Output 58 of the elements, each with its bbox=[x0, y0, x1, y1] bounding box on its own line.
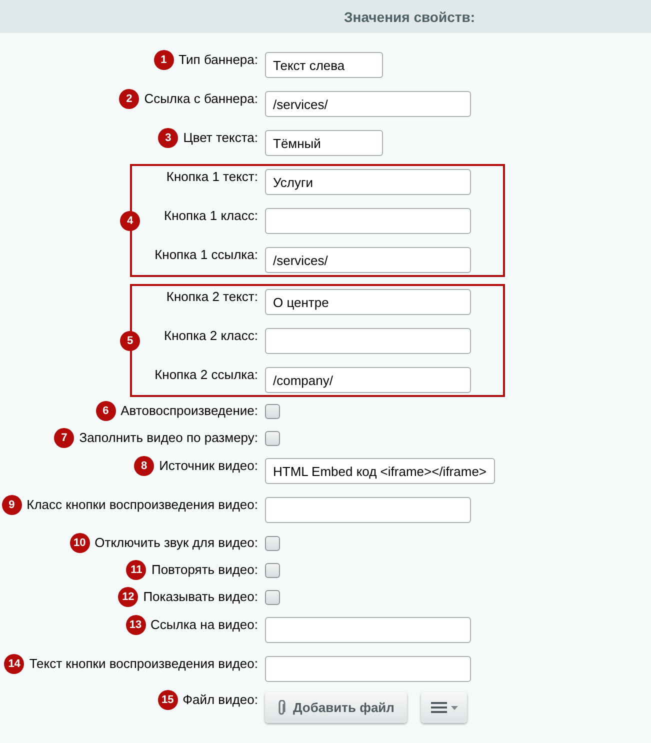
field-label: Повторять видео: bbox=[151, 562, 258, 578]
checkbox[interactable] bbox=[265, 590, 280, 604]
field-label: Кнопка 2 класс: bbox=[164, 328, 258, 344]
field-label: Тип баннера: bbox=[178, 52, 258, 68]
text-field[interactable]: Услуги bbox=[265, 169, 471, 195]
field-label: Кнопка 1 текст: bbox=[166, 169, 258, 185]
text-field[interactable] bbox=[265, 497, 471, 523]
number-badge: 5 bbox=[120, 330, 140, 350]
field-label: Кнопка 2 текст: bbox=[166, 289, 258, 305]
field-label: Текст кнопки воспроизведения видео: bbox=[29, 656, 258, 672]
field-label: Кнопка 1 класс: bbox=[164, 208, 258, 224]
field-label: Кнопка 1 ссылка: bbox=[154, 247, 258, 263]
number-badge: 11 bbox=[126, 560, 146, 580]
text-field[interactable]: Текст слева bbox=[265, 52, 383, 78]
text-field[interactable] bbox=[265, 617, 471, 643]
checkbox[interactable] bbox=[265, 536, 280, 550]
field-label: Файл видео: bbox=[182, 692, 258, 708]
menu-icon bbox=[431, 702, 448, 713]
number-badge: 2 bbox=[119, 89, 140, 109]
number-badge: 12 bbox=[118, 587, 138, 607]
field-label: Заполнить видео по размеру: bbox=[79, 430, 258, 446]
menu-button[interactable] bbox=[421, 692, 468, 723]
field-label: Кнопка 2 ссылка: bbox=[154, 367, 258, 383]
text-field[interactable] bbox=[265, 328, 471, 354]
caret-icon bbox=[451, 706, 458, 710]
text-field[interactable]: О центре bbox=[265, 289, 471, 315]
field-label: Ссылка на видео: bbox=[150, 617, 258, 633]
field-label: Показывать видео: bbox=[143, 589, 258, 605]
field-label: Цвет текста: bbox=[183, 130, 258, 146]
number-badge: 9 bbox=[2, 495, 22, 515]
field-label: Отключить звук для видео: bbox=[94, 535, 258, 551]
text-field[interactable]: HTML Embed код <iframe></iframe> bbox=[265, 458, 495, 484]
number-badge: 6 bbox=[96, 401, 116, 421]
section-title: Значения свойств: bbox=[344, 8, 475, 24]
number-badge: 15 bbox=[158, 690, 178, 710]
text-field[interactable] bbox=[265, 208, 471, 234]
paperclip-icon bbox=[277, 700, 286, 716]
number-badge: 1 bbox=[154, 50, 174, 70]
checkbox[interactable] bbox=[265, 562, 280, 578]
text-field[interactable]: Тёмный bbox=[265, 130, 383, 156]
checkbox[interactable] bbox=[265, 404, 280, 418]
field-label: Класс кнопки воспроизведения видео: bbox=[26, 497, 258, 513]
text-field[interactable]: /services/ bbox=[265, 91, 471, 117]
number-badge: 14 bbox=[4, 654, 24, 674]
number-badge: 7 bbox=[54, 428, 74, 448]
add-file-button[interactable]: Добавить файл bbox=[265, 692, 408, 723]
number-badge: 13 bbox=[126, 615, 146, 635]
checkbox[interactable] bbox=[265, 430, 280, 446]
number-badge: 4 bbox=[120, 210, 140, 230]
number-badge: 10 bbox=[70, 533, 90, 553]
field-label: Ссылка с баннера: bbox=[144, 91, 258, 107]
number-badge: 8 bbox=[134, 456, 154, 476]
field-label: Источник видео: bbox=[159, 458, 258, 474]
text-field[interactable]: /company/ bbox=[265, 367, 471, 393]
number-badge: 3 bbox=[158, 128, 178, 148]
field-label: Автовоспроизведение: bbox=[120, 403, 258, 419]
text-field[interactable]: /services/ bbox=[265, 247, 471, 273]
text-field[interactable] bbox=[265, 656, 471, 682]
